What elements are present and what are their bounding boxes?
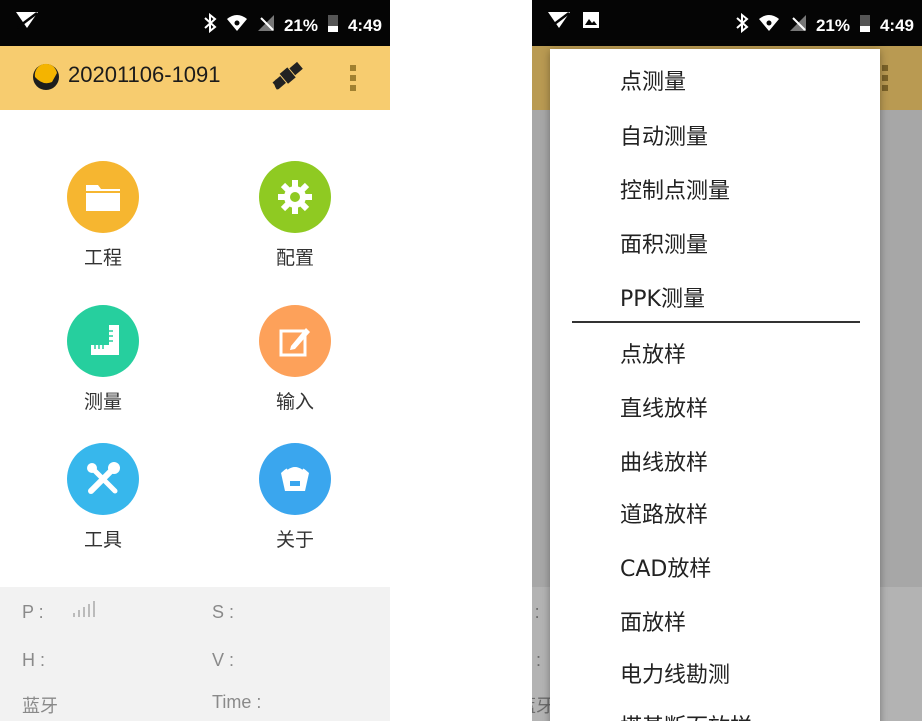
menu-item-curve-stakeout[interactable]: 曲线放样	[620, 445, 708, 477]
wifi-icon	[758, 14, 780, 37]
signal-bars-icon	[72, 601, 98, 622]
grid-label-input: 输入	[275, 391, 314, 413]
more-vert-icon	[882, 64, 888, 96]
menu-item-cad-stakeout[interactable]: CAD放样	[620, 551, 711, 583]
no-signal-icon	[789, 14, 807, 37]
time-label: Time :	[212, 692, 262, 712]
bluetooth-icon	[735, 12, 749, 38]
clock: 4:49	[879, 15, 914, 35]
helmet-logo-icon[interactable]	[30, 60, 62, 96]
grid-item-survey[interactable]: 测量	[58, 305, 148, 414]
battery-percent: 21%	[283, 15, 318, 35]
grid-item-tools[interactable]: 工具	[58, 443, 148, 552]
status-info-panel: P : S : H : V : 蓝牙 Time :	[0, 587, 390, 721]
clock: 4:49	[347, 15, 382, 35]
menu-item-ppk-survey[interactable]: PPK测量	[620, 281, 705, 313]
main-screen: 21% 4:49 20201106-1091 工程 配置 测量 输入 工具 关于…	[0, 0, 390, 721]
p-label: P :	[22, 602, 44, 622]
tools-icon	[67, 443, 139, 515]
menu-item-road-stakeout[interactable]: 道路放样	[620, 497, 708, 529]
menu-item-tower-section-stakeout[interactable]: 塔基断面放样	[620, 709, 752, 721]
grid-item-config[interactable]: 配置	[250, 161, 340, 270]
folder-icon	[67, 161, 139, 233]
menu-item-point-survey[interactable]: 点测量	[620, 64, 686, 96]
bluetooth-label: 蓝牙	[22, 696, 58, 717]
battery-icon	[327, 13, 339, 38]
signal-off-icon	[14, 10, 40, 34]
p-label: P :	[532, 602, 540, 622]
receiver-icon	[259, 443, 331, 515]
grid-label-project: 工程	[83, 247, 122, 269]
more-vert-icon[interactable]	[350, 64, 356, 96]
signal-off-icon	[546, 10, 572, 34]
grid-label-about: 关于	[275, 529, 314, 551]
menu-item-powerline-survey[interactable]: 电力线勘测	[620, 657, 730, 689]
grid-item-input[interactable]: 输入	[250, 305, 340, 414]
no-signal-icon	[257, 14, 275, 37]
survey-menu-screen: 21% 4:49 P : H : 蓝牙 点测量 自动测量 控制点测量 面积测量 …	[532, 0, 922, 721]
edit-icon	[259, 305, 331, 377]
battery-icon	[859, 13, 871, 38]
app-bar: 20201106-1091	[0, 46, 390, 110]
wifi-icon	[226, 14, 248, 37]
battery-percent: 21%	[815, 15, 850, 35]
grid-label-tools: 工具	[83, 529, 122, 551]
menu-item-control-point-survey[interactable]: 控制点测量	[620, 173, 730, 205]
project-title: 20201106-1091	[68, 62, 221, 87]
menu-item-surface-stakeout[interactable]: 面放样	[620, 605, 686, 637]
menu-item-line-stakeout[interactable]: 直线放样	[620, 391, 708, 423]
survey-dropdown-menu: 点测量 自动测量 控制点测量 面积测量 PPK测量 点放样 直线放样 曲线放样 …	[550, 49, 880, 721]
menu-item-auto-survey[interactable]: 自动测量	[620, 119, 708, 151]
ruler-icon	[67, 305, 139, 377]
bluetooth-icon	[203, 12, 217, 38]
v-label: V :	[212, 650, 235, 670]
grid-item-about[interactable]: 关于	[250, 443, 340, 552]
satellite-icon[interactable]	[268, 56, 308, 100]
grid-label-config: 配置	[275, 247, 314, 269]
status-bar: 21% 4:49	[532, 0, 922, 46]
h-label: H :	[532, 650, 542, 670]
menu-divider	[572, 321, 860, 323]
s-label: S :	[212, 602, 235, 622]
status-bar: 21% 4:49	[0, 0, 390, 46]
image-notification-icon	[582, 11, 600, 33]
gear-icon	[259, 161, 331, 233]
h-label: H :	[22, 650, 46, 670]
menu-item-point-stakeout[interactable]: 点放样	[620, 337, 686, 369]
menu-item-area-survey[interactable]: 面积测量	[620, 227, 708, 259]
grid-label-survey: 测量	[83, 391, 122, 413]
grid-item-project[interactable]: 工程	[58, 161, 148, 270]
